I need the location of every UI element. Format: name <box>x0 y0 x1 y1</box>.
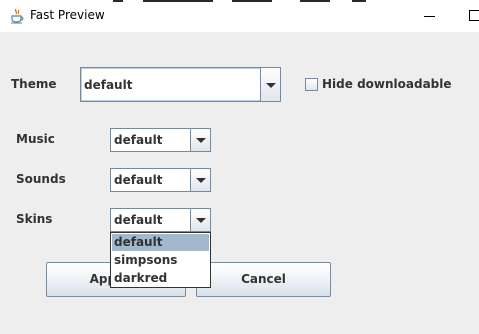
chevron-down-icon[interactable] <box>190 209 210 231</box>
sounds-label: Sounds <box>16 172 66 186</box>
window-title: Fast Preview <box>30 8 105 22</box>
skins-dropdown-list: default simpsons darkred <box>110 232 211 288</box>
music-combobox[interactable]: default <box>110 128 211 152</box>
music-value: default <box>114 133 163 147</box>
sounds-combobox[interactable]: default <box>110 168 211 192</box>
theme-value: default <box>84 78 133 92</box>
skins-label: Skins <box>16 212 53 226</box>
hide-downloadable-checkbox[interactable] <box>305 78 318 91</box>
minimize-icon[interactable] <box>403 0 449 32</box>
cancel-button[interactable]: Cancel <box>196 262 331 297</box>
fast-preview-window: Fast Preview Theme default Hide download… <box>0 0 479 334</box>
skins-option-default[interactable]: default <box>112 234 209 251</box>
java-cup-icon <box>11 8 24 24</box>
sounds-value: default <box>114 173 163 187</box>
cancel-button-label: Cancel <box>241 272 286 286</box>
skins-value: default <box>114 213 163 227</box>
skins-option-darkred[interactable]: darkred <box>112 270 209 287</box>
maximize-icon[interactable] <box>449 0 479 32</box>
title-bar[interactable]: Fast Preview <box>0 0 479 32</box>
skins-option-simpsons[interactable]: simpsons <box>112 252 209 269</box>
theme-label: Theme <box>11 77 57 91</box>
hide-downloadable-label[interactable]: Hide downloadable <box>322 77 452 91</box>
chevron-down-icon[interactable] <box>190 129 210 151</box>
music-label: Music <box>16 132 55 146</box>
chevron-down-icon[interactable] <box>190 169 210 191</box>
skins-combobox[interactable]: default <box>110 208 211 232</box>
chevron-down-icon[interactable] <box>260 68 280 101</box>
theme-combobox[interactable]: default <box>80 67 281 102</box>
